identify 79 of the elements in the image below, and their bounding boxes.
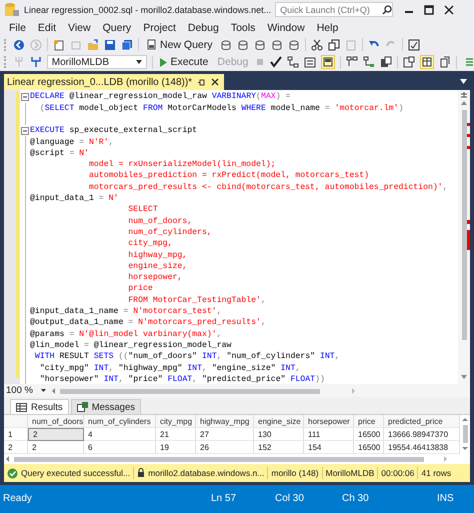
row-count: 41 rows [421, 468, 452, 478]
column-header[interactable]: engine_size [254, 415, 304, 428]
code-line: @input_data_1_name = N'motorcars_test', [30, 306, 222, 318]
code-line: DECLARE @linear_regression_model_raw VARBINARY(MAX) = [30, 91, 290, 102]
menu-item[interactable]: Query [96, 22, 138, 34]
code-line: @output_data_1_name = N'motorcars_pred_results', [30, 317, 266, 328]
login-name: morillo (148) [271, 468, 319, 478]
code-line: horsepower, [127, 272, 182, 284]
code-line: @script = N' [30, 148, 89, 159]
table-cell[interactable]: 13666.98947370 [384, 428, 460, 442]
table-cell[interactable]: 154 [304, 441, 354, 454]
code-line: @lin_model = @linear_regression_model_raw [30, 340, 232, 351]
results-tab[interactable]: Messages [70, 399, 141, 414]
column-header[interactable]: city_mpg [156, 415, 196, 428]
code-line: FROM MotorCar_TestingTable', [127, 294, 266, 306]
column-header[interactable]: price [354, 415, 384, 428]
char-number: Ch 30 [342, 493, 369, 504]
window-title: Linear regression_0002.sql - morillo2.database.windows.net... [24, 4, 272, 15]
table-cell[interactable]: 152 [254, 441, 304, 454]
menu-item[interactable]: Project [137, 22, 182, 34]
server-name: morillo2.database.windows.n... [148, 468, 264, 478]
code-line: engine_size, [127, 260, 188, 272]
table-cell[interactable]: 6 [84, 441, 156, 454]
menu-item[interactable]: Debug [182, 22, 225, 34]
column-header[interactable]: num_of_doors [28, 415, 84, 428]
code-line: num_of_doors, [127, 216, 192, 227]
table-cell[interactable]: 27 [196, 428, 254, 442]
code-line: "city_mpg" INT, "highway_mpg" INT, "engine_size" INT, [38, 362, 300, 374]
line-number: Ln 57 [211, 493, 236, 504]
code-line: "horsepower" INT, "price" FLOAT, "predicted_price" FLOAT)) [38, 374, 325, 384]
table-cell[interactable]: 4 [84, 428, 156, 442]
column-header[interactable]: highway_mpg [196, 415, 254, 428]
code-line: city_mpg, [127, 238, 172, 250]
table-cell[interactable]: 2 [28, 428, 84, 442]
status-text: Ready [3, 493, 32, 504]
code-line: automobiles_prediction = rxPredict(model, motorcars_test) [88, 170, 370, 182]
code-line: highway_mpg, [127, 250, 188, 261]
database-name: MorilloMLDB [326, 468, 374, 478]
column-number: Col 30 [275, 493, 304, 504]
table-cell[interactable]: 19554.46413838 [384, 441, 460, 454]
table-cell[interactable]: 16500 [354, 428, 384, 442]
table-cell[interactable]: 16500 [354, 441, 384, 454]
menu-item[interactable]: Edit [32, 22, 62, 34]
zoom-dropdown[interactable]: 100 % [6, 385, 46, 396]
table-cell[interactable]: 111 [304, 428, 354, 442]
row-number: 2 [4, 441, 28, 454]
column-header[interactable]: horsepower [304, 415, 354, 428]
menu-item[interactable]: Window [261, 22, 311, 34]
code-line: WITH RESULT SETS (("num_of_doors" INT, "num_of_cylinders" INT, [34, 351, 340, 362]
menu-item[interactable]: View [62, 22, 97, 34]
code-line: @language = N'R', [30, 136, 114, 148]
execute-button[interactable]: Execute [157, 54, 210, 70]
status-message: Query executed successful... [21, 468, 130, 478]
menu-item[interactable]: Tools [224, 22, 262, 34]
code-line: num_of_cylinders, [127, 226, 212, 238]
code-line: SELECT [127, 204, 158, 216]
document-tab[interactable]: Linear regression_0...LDB (morillo (148))* [4, 74, 224, 90]
column-header[interactable]: num_of_cylinders [84, 415, 156, 428]
code-line: EXECUTE sp_execute_external_script [30, 125, 198, 136]
table-cell[interactable]: 21 [156, 428, 196, 442]
menu-item[interactable]: Help [310, 22, 344, 34]
quick-launch-field[interactable]: Quick Launch (Ctrl+Q) [275, 2, 394, 18]
code-line: motorcars_pred_results <- cbind(motorcars_test, automobiles_prediction)', [88, 182, 448, 193]
code-line: (SELECT model_object FROM MotorCarModels WHERE model_name = 'motorcar.lm') [38, 102, 404, 114]
results-tab[interactable]: Results [10, 399, 69, 414]
table-cell[interactable]: 26 [196, 441, 254, 454]
column-header[interactable]: predicted_price [384, 415, 460, 428]
code-line: @input_data_1 = N' [30, 193, 118, 204]
new-query-button[interactable]: New Query [144, 36, 215, 53]
table-cell[interactable]: 130 [254, 428, 304, 442]
code-line: @params = N'@lin_model varbinary(max)', [30, 328, 222, 340]
table-cell[interactable]: 19 [156, 441, 196, 454]
elapsed-time: 00:00:06 [381, 468, 414, 478]
table-cell[interactable]: 2 [28, 441, 84, 454]
menu-item[interactable]: File [3, 22, 32, 34]
code-line: model = rxUnserializeModel(lin_model); [88, 159, 276, 170]
database-dropdown[interactable]: MorilloMLDB [46, 55, 147, 70]
insert-mode: INS [437, 493, 454, 504]
code-line: price [127, 283, 153, 294]
